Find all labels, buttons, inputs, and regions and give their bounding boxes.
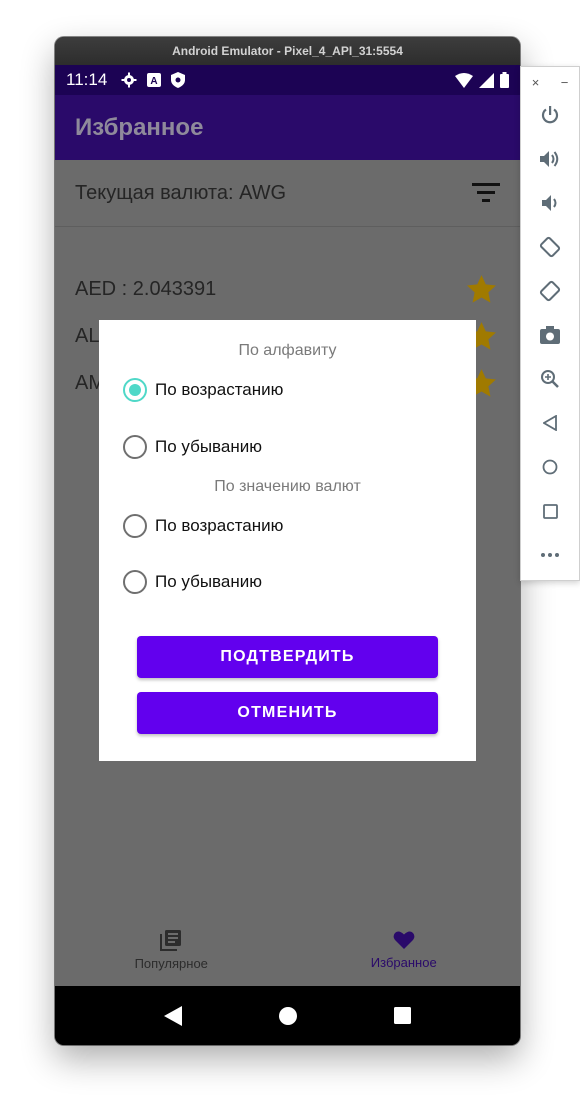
more-button[interactable] [536, 541, 564, 569]
home-icon[interactable] [278, 1006, 297, 1025]
nav-item-popular[interactable]: Популярное [55, 914, 288, 986]
star-icon[interactable] [465, 273, 498, 306]
signal-icon [479, 72, 494, 88]
volume-up-icon [540, 151, 559, 167]
back-icon[interactable] [163, 1005, 182, 1026]
overview-icon [542, 503, 558, 519]
home-icon [542, 459, 558, 475]
zoom-icon [541, 370, 559, 388]
gear-icon [121, 72, 137, 88]
bottom-navigation: Популярное Избранное [55, 914, 520, 986]
nav-item-label: Избранное [370, 955, 437, 970]
filter-icon[interactable] [472, 183, 500, 203]
cancel-button[interactable]: ОТМЕНИТЬ [137, 692, 438, 734]
currency-filter-row: Текущая валюта: AWG [55, 160, 520, 227]
close-icon[interactable]: × [532, 75, 540, 90]
svg-text:A: A [151, 76, 158, 87]
nav-overview-button[interactable] [536, 497, 564, 525]
news-icon [160, 930, 182, 951]
value-descending-option[interactable]: По убыванию [123, 570, 262, 594]
sort-dialog: По алфавиту По возрастанию По убыванию П… [99, 320, 476, 761]
nav-back-button[interactable] [536, 409, 564, 437]
power-icon [541, 106, 559, 124]
system-navigation-bar [55, 986, 520, 1045]
zoom-button[interactable] [536, 365, 564, 393]
screenshot-button[interactable] [536, 321, 564, 349]
app-bar: Избранное [55, 95, 520, 160]
radio-button[interactable] [123, 378, 147, 402]
window-title: Android Emulator - Pixel_4_API_31:5554 [55, 37, 520, 65]
rotate-left-icon [539, 236, 561, 258]
volume-up-button[interactable] [536, 145, 564, 173]
alphabet-ascending-option[interactable]: По возрастанию [123, 378, 283, 402]
heart-icon [393, 931, 415, 949]
nav-home-button[interactable] [536, 453, 564, 481]
radio-label: По возрастанию [155, 380, 284, 399]
alphabet-descending-option[interactable]: По убыванию [123, 435, 262, 459]
volume-down-button[interactable] [536, 189, 564, 217]
wifi-icon [455, 72, 473, 88]
rotate-left-button[interactable] [536, 233, 564, 261]
back-icon [543, 415, 557, 431]
radio-button[interactable] [123, 435, 147, 459]
value-section-title: По значению валют [214, 478, 361, 495]
rate-row: AED : 2.043391 [55, 266, 520, 313]
page-title: Избранное [75, 113, 204, 141]
nav-item-favorites[interactable]: Избранное [288, 914, 521, 986]
power-button[interactable] [536, 101, 564, 129]
battery-icon [500, 72, 509, 88]
emulator-controls-panel: × − [520, 66, 580, 581]
volume-down-icon [542, 195, 557, 211]
value-ascending-option[interactable]: По возрастанию [123, 514, 283, 538]
a-square-icon: A [147, 73, 162, 87]
radio-button[interactable] [123, 570, 147, 594]
rate-label: AED : 2.043391 [75, 278, 217, 300]
recents-icon[interactable] [394, 1007, 412, 1024]
panel-window-controls: × − [521, 72, 579, 92]
status-time: 11:14 [66, 70, 108, 89]
radio-button[interactable] [123, 514, 147, 538]
nav-item-label: Популярное [134, 956, 208, 971]
radio-label: По убыванию [155, 572, 262, 591]
rotate-right-icon [539, 280, 561, 302]
radio-label: По убыванию [155, 437, 262, 456]
minimize-icon[interactable]: − [561, 75, 569, 90]
alphabet-section-title: По алфавиту [238, 342, 337, 359]
shield-icon [171, 72, 186, 88]
status-bar: 11:14 A [55, 65, 520, 95]
radio-label: По возрастанию [155, 516, 284, 535]
current-currency-label[interactable]: Текущая валюта: AWG [75, 182, 286, 205]
camera-icon [540, 326, 560, 344]
rotate-right-button[interactable] [536, 277, 564, 305]
more-icon [541, 553, 559, 557]
confirm-button[interactable]: ПОДТВЕРДИТЬ [137, 636, 438, 678]
